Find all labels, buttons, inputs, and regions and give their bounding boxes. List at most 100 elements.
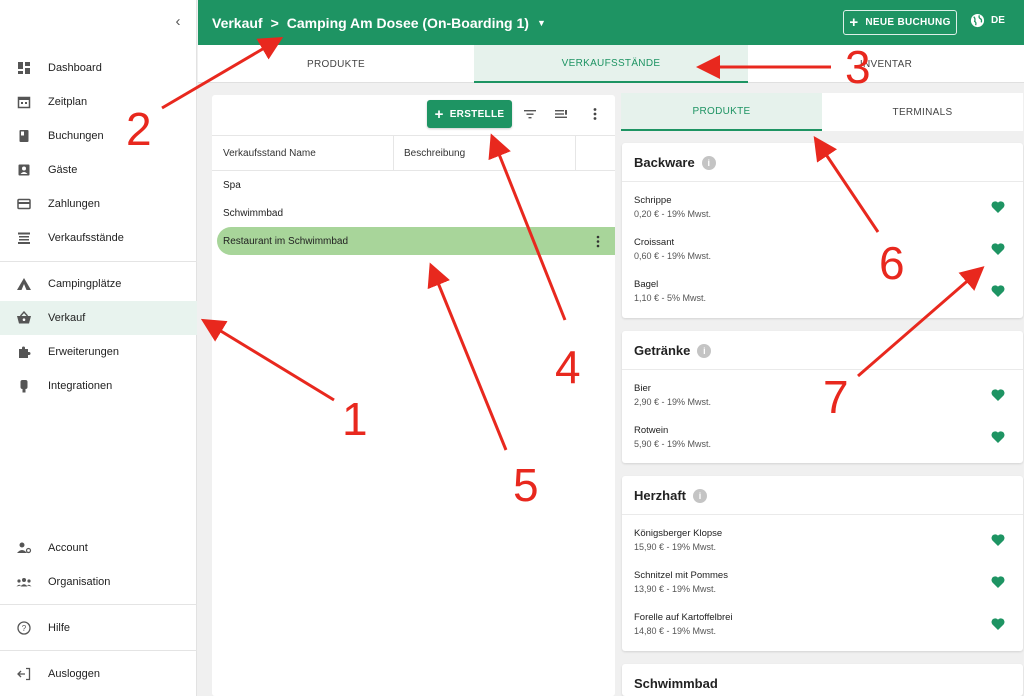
sidebar-item-label: Buchungen (48, 130, 104, 142)
sidebar-item-label: Erweiterungen (48, 346, 119, 358)
tab-inventar[interactable]: INVENTAR (748, 45, 1024, 83)
row-name: Spa (223, 179, 241, 191)
card-divider (622, 369, 1023, 370)
tab-detail-produkte[interactable]: PRODUKTE (621, 93, 822, 131)
category-title: Getränke i (634, 343, 712, 358)
sidebar-item-label: Verkauf (48, 312, 86, 324)
heart-icon[interactable] (990, 574, 1006, 590)
chevron-down-icon[interactable]: ▼ (537, 18, 546, 28)
help-icon: ? (16, 620, 32, 636)
basket-icon (16, 310, 32, 326)
table-row[interactable]: Schwimmbad (217, 199, 615, 227)
heart-icon[interactable] (990, 429, 1006, 445)
heart-icon[interactable] (990, 616, 1006, 632)
sidebar-item-verkaufsstaende[interactable]: Verkaufsstände (0, 221, 197, 255)
table-row-selected[interactable]: Restaurant im Schwimmbad (217, 227, 615, 255)
heart-icon[interactable] (990, 241, 1006, 257)
product-price: 5,90 € - 19% Mwst. (634, 439, 712, 449)
collapse-sidebar-button[interactable]: ‹ (170, 13, 186, 31)
plus-icon: + (434, 105, 444, 123)
language-selector[interactable]: DE (970, 13, 1005, 28)
product-price: 0,20 € - 19% Mwst. (634, 209, 712, 219)
product-item: Schrippe 0,20 € - 19% Mwst. (634, 195, 1014, 229)
sidebar-item-gaeste[interactable]: Gäste (0, 153, 197, 187)
sidebar-item-label: Integrationen (48, 380, 113, 392)
category-title-text: Schwimmbad (634, 676, 718, 691)
row-name: Restaurant im Schwimmbad (223, 235, 349, 247)
new-booking-label: NEUE BUCHUNG (865, 17, 951, 28)
sidebar-item-buchungen[interactable]: Buchungen (0, 119, 197, 153)
breadcrumb-root[interactable]: Verkauf (212, 15, 263, 31)
product-name: Königsberger Klopse (634, 528, 723, 539)
sidebar-item-hilfe[interactable]: ? Hilfe (0, 611, 197, 645)
sidebar-item-zeitplan[interactable]: Zeitplan (0, 85, 197, 119)
product-name: Schrippe (634, 195, 672, 206)
more-vert-icon[interactable] (586, 105, 604, 123)
sidebar-item-label: Gäste (48, 164, 78, 176)
info-icon[interactable]: i (693, 488, 708, 503)
heart-icon[interactable] (990, 387, 1006, 403)
annotation-label-1: 1 (342, 393, 368, 445)
product-price: 14,80 € - 19% Mwst. (634, 626, 717, 636)
create-label: ERSTELLE (449, 108, 505, 120)
stand-detail-panel: PRODUKTE TERMINALS Backware i Schrippe 0,… (621, 93, 1023, 696)
sidebar-item-ausloggen[interactable]: Ausloggen (0, 657, 197, 691)
breadcrumb-current[interactable]: Camping Am Dosee (On-Boarding 1) (287, 15, 529, 31)
category-title-text: Backware (634, 155, 695, 170)
sidebar-item-label: Zeitplan (48, 96, 88, 108)
info-icon[interactable]: i (697, 343, 712, 358)
row-more-icon[interactable] (593, 233, 603, 249)
stand-icon (16, 230, 32, 246)
calendar-icon (16, 94, 32, 110)
logout-icon (16, 666, 32, 682)
category-title-text: Getränke (634, 343, 691, 358)
product-price: 15,90 € - 19% Mwst. (634, 542, 717, 552)
sidebar-item-account[interactable]: Account (0, 531, 197, 565)
create-button[interactable]: + ERSTELLE (427, 100, 512, 128)
sidebar-item-label: Ausloggen (48, 668, 100, 680)
category-card: Backware i Schrippe 0,20 € - 19% Mwst. Cr… (622, 143, 1023, 318)
dashboard-icon (16, 60, 32, 76)
category-title: Herzhaft i (634, 488, 708, 503)
sidebar-item-verkauf[interactable]: Verkauf (0, 301, 197, 335)
sidebar-item-erweiterungen[interactable]: Erweiterungen (0, 335, 197, 369)
category-title-text: Herzhaft (634, 488, 687, 503)
info-icon[interactable]: i (701, 155, 716, 170)
heart-icon[interactable] (990, 283, 1006, 299)
annotation-label-2: 2 (126, 103, 152, 155)
sidebar-item-label: Organisation (48, 576, 111, 588)
sidebar-item-organisation[interactable]: Organisation (0, 565, 197, 599)
filter-icon[interactable] (521, 105, 539, 123)
product-price: 13,90 € - 19% Mwst. (634, 584, 717, 594)
main-tabs: PRODUKTE VERKAUFSSTÄNDE INVENTAR (198, 45, 1024, 83)
sidebar-item-integrationen[interactable]: Integrationen (0, 369, 197, 403)
sidebar-divider (0, 650, 197, 651)
heart-icon[interactable] (990, 532, 1006, 548)
annotation-label-6: 6 (879, 237, 905, 289)
density-icon[interactable] (552, 105, 570, 123)
sidebar-item-label: Account (48, 542, 88, 554)
credit-card-icon (16, 196, 32, 212)
row-name: Schwimmbad (223, 207, 284, 219)
group-icon (16, 574, 32, 590)
category-title: Schwimmbad (634, 676, 718, 691)
product-price: 2,90 € - 19% Mwst. (634, 397, 712, 407)
sidebar-item-label: Campingplätze (48, 278, 122, 290)
table-row[interactable]: Spa (217, 171, 615, 199)
tab-produkte[interactable]: PRODUKTE (198, 45, 474, 83)
column-header-name[interactable]: Verkaufsstand Name (212, 136, 393, 170)
new-booking-button[interactable]: + NEUE BUCHUNG (843, 10, 957, 35)
sidebar-item-zahlungen[interactable]: Zahlungen (0, 187, 197, 221)
product-item: Bagel 1,10 € - 5% Mwst. (634, 279, 1014, 313)
column-header-description[interactable]: Beschreibung (393, 136, 575, 170)
sidebar: ‹ Dashboard Zeitplan Buchungen Gäste Zah… (0, 0, 197, 696)
product-name: Forelle auf Kartoffelbrei (634, 612, 733, 623)
heart-icon[interactable] (990, 199, 1006, 215)
sidebar-item-label: Verkaufsstände (48, 232, 124, 244)
tab-verkaufsstaende[interactable]: VERKAUFSSTÄNDE (474, 45, 748, 83)
product-name: Bier (634, 383, 651, 394)
sidebar-item-label: Dashboard (48, 62, 102, 74)
tab-detail-terminals[interactable]: TERMINALS (822, 93, 1023, 131)
sidebar-item-campingplaetze[interactable]: Campingplätze (0, 267, 197, 301)
sidebar-item-dashboard[interactable]: Dashboard (0, 51, 197, 85)
